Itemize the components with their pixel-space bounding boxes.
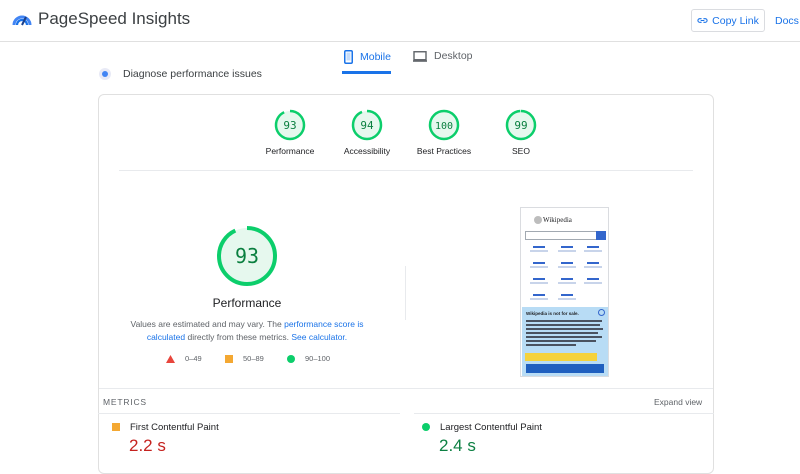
wikipedia-globe-icon	[534, 216, 542, 224]
preview-lang	[584, 266, 602, 268]
gauge-ring: 100	[428, 109, 460, 141]
preview-lang	[533, 278, 545, 280]
app-logo[interactable]: PageSpeed Insights	[12, 9, 190, 29]
copy-link-button[interactable]: Copy Link	[691, 9, 765, 32]
divider	[119, 170, 693, 171]
note-text: directly from these metrics.	[185, 331, 292, 342]
see-calculator-link[interactable]: See calculator.	[291, 332, 347, 342]
preview-lang	[533, 294, 545, 296]
top-bar: PageSpeed Insights Copy Link Docs	[0, 0, 800, 42]
preview-lang	[533, 246, 545, 248]
gauge-label: SEO	[512, 146, 530, 156]
circle-icon	[287, 354, 295, 363]
divider	[414, 413, 714, 414]
preview-donate-button	[526, 364, 604, 373]
preview-text-line	[526, 324, 600, 326]
preview-text-line	[526, 344, 576, 346]
metric-name: First Contentful Paint	[130, 422, 219, 433]
app-title: PageSpeed Insights	[38, 9, 191, 28]
legend-pass: 90–100	[287, 354, 330, 363]
divider	[99, 388, 713, 389]
gauge-ring: 99	[505, 109, 537, 141]
gauge-seo[interactable]: 99 SEO	[476, 109, 566, 156]
preview-donation-banner: Wikipedia is not for sale.	[522, 307, 608, 376]
preview-lang	[587, 278, 599, 280]
metric-name: Largest Contentful Paint	[440, 422, 542, 433]
metric-value: 2.2 s	[129, 436, 166, 455]
main-performance-gauge: 93	[217, 226, 277, 286]
svg-text:94: 94	[360, 119, 374, 132]
preview-lang	[584, 250, 602, 252]
preview-banner-title: Wikipedia is not for sale.	[526, 311, 579, 316]
preview-lang	[558, 266, 576, 268]
preview-lang	[561, 246, 573, 248]
preview-text-line	[526, 340, 596, 342]
preview-lang	[561, 262, 573, 264]
svg-text:99: 99	[514, 119, 527, 132]
mobile-icon	[344, 50, 353, 64]
gauge-ring: 93	[274, 109, 306, 141]
preview-lang	[530, 282, 548, 284]
legend-average: 50–89	[225, 354, 264, 363]
preview-lang	[530, 250, 548, 252]
docs-link[interactable]: Docs	[775, 15, 799, 27]
legend-label: 0–49	[185, 354, 202, 363]
main-score-label: Performance	[212, 296, 282, 310]
preview-site-name: Wikipedia	[543, 216, 572, 224]
svg-text:100: 100	[435, 121, 453, 132]
average-square-icon	[112, 423, 120, 431]
preview-lang	[558, 282, 576, 284]
preview-close-icon	[598, 309, 605, 316]
preview-lang	[561, 294, 573, 296]
diagnose-icon	[99, 68, 111, 80]
legend-label: 50–89	[243, 354, 264, 363]
desktop-icon	[413, 50, 427, 62]
pass-circle-icon	[422, 423, 430, 431]
preview-text-line	[526, 336, 602, 338]
tab-desktop[interactable]: Desktop	[413, 50, 473, 62]
preview-highlight	[525, 353, 597, 361]
tab-desktop-label: Desktop	[434, 50, 473, 62]
copy-link-label: Copy Link	[712, 14, 759, 27]
preview-lang	[558, 298, 576, 300]
preview-text-line	[526, 328, 603, 330]
preview-lang	[530, 298, 548, 300]
link-icon	[697, 18, 708, 23]
pagespeed-icon	[12, 15, 32, 26]
preview-text-line	[526, 320, 602, 322]
preview-lang	[530, 266, 548, 268]
preview-lang	[587, 262, 599, 264]
score-note: Values are estimated and may vary. The p…	[115, 318, 379, 343]
divider	[98, 413, 400, 414]
legend-label: 90–100	[305, 354, 331, 363]
legend-fail: 0–49	[166, 354, 202, 363]
metric-value: 2.4 s	[439, 436, 476, 455]
page-screenshot-preview: Wikipedia Wikipedia is not for sale.	[520, 207, 609, 377]
vertical-divider	[405, 266, 406, 320]
gauge-ring: 94	[351, 109, 383, 141]
preview-text-line	[526, 332, 598, 334]
square-icon	[225, 354, 233, 363]
note-text: Values are estimated and may vary. The	[130, 319, 285, 329]
triangle-icon	[166, 354, 175, 363]
tab-mobile[interactable]: Mobile	[344, 50, 391, 64]
preview-lang	[584, 282, 602, 284]
preview-search-box	[525, 231, 597, 240]
preview-search-button	[596, 231, 606, 240]
preview-lang	[587, 246, 599, 248]
metrics-header: METRICS	[103, 397, 147, 407]
svg-text:93: 93	[235, 244, 259, 268]
active-tab-indicator	[342, 71, 391, 74]
preview-lang	[533, 262, 545, 264]
expand-view-button[interactable]: Expand view	[654, 397, 702, 407]
section-heading: Diagnose performance issues	[99, 68, 262, 80]
tab-mobile-label: Mobile	[360, 51, 391, 63]
preview-lang	[558, 250, 576, 252]
svg-text:93: 93	[283, 119, 296, 132]
preview-lang	[561, 278, 573, 280]
section-title: Diagnose performance issues	[123, 68, 262, 80]
